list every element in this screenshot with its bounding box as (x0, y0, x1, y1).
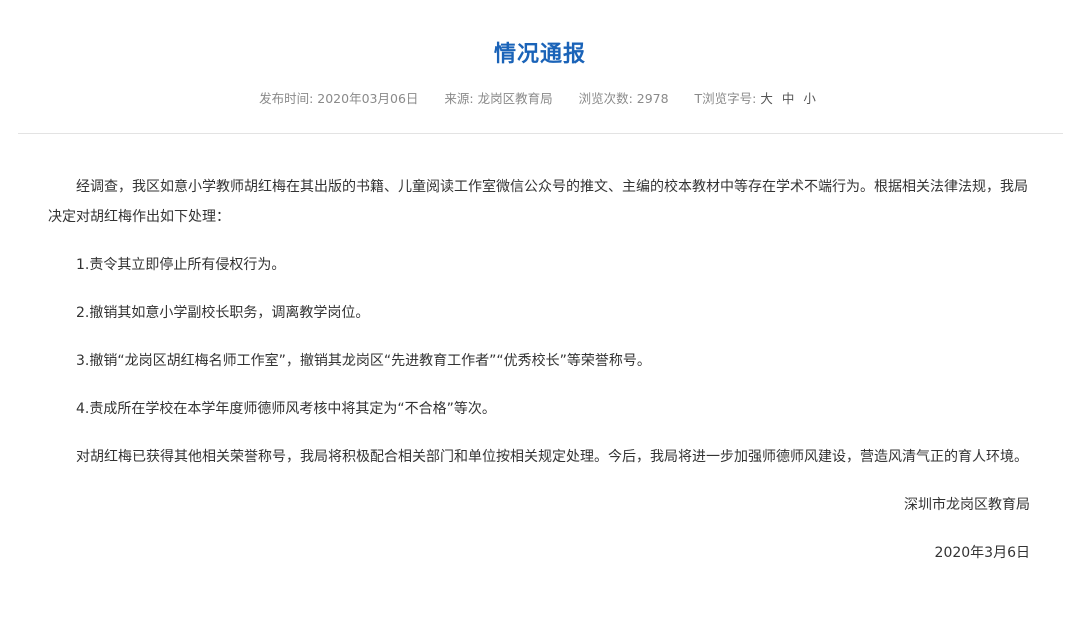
publish-time-value: 2020年03月06日 (317, 91, 419, 106)
paragraph-item-2: 2.撤销其如意小学副校长职务，调离教学岗位。 (76, 305, 370, 321)
article-body: 经调查，我区如意小学教师胡红梅在其出版的书籍、儿童阅读工作室微信公众号的推文、主… (48, 172, 1038, 586)
paragraph-closing: 对胡红梅已获得其他相关荣誉称号，我局将积极配合相关部门和单位按相关规定处理。今后… (76, 449, 1028, 465)
font-size-medium-button[interactable]: 中 (782, 91, 795, 106)
views-value: 2978 (636, 91, 669, 106)
page-title: 情况通报 (493, 42, 586, 67)
paragraph-item-3: 3.撤销“龙岗区胡红梅名师工作室”，撤销其龙岗区“先进教育工作者”“优秀校长”等… (76, 353, 651, 369)
article-meta: 发布时间: 2020年03月06日 来源: 龙岗区教育局 浏览次数: 2978 … (0, 88, 1080, 107)
signature-date: 2020年3月6日 (934, 545, 1030, 561)
font-size-label: T浏览字号: (694, 91, 757, 106)
header-divider (18, 133, 1063, 134)
font-size-small-button[interactable]: 小 (803, 91, 816, 106)
paragraph-item-4: 4.责成所在学校在本学年度师德师风考核中将其定为“不合格”等次。 (76, 401, 496, 417)
font-size-large-button[interactable]: 大 (760, 91, 773, 106)
notice-page: 情况通报 发布时间: 2020年03月06日 来源: 龙岗区教育局 浏览次数: … (0, 0, 1080, 635)
views-label: 浏览次数: (578, 91, 633, 106)
source-label: 来源: (444, 91, 474, 106)
paragraph-intro: 经调查，我区如意小学教师胡红梅在其出版的书籍、儿童阅读工作室微信公众号的推文、主… (48, 179, 1028, 225)
source-value: 龙岗区教育局 (477, 91, 553, 106)
publish-time-label: 发布时间: (259, 91, 314, 106)
paragraph-item-1: 1.责令其立即停止所有侵权行为。 (76, 257, 286, 273)
signature: 深圳市龙岗区教育局 (904, 497, 1030, 513)
